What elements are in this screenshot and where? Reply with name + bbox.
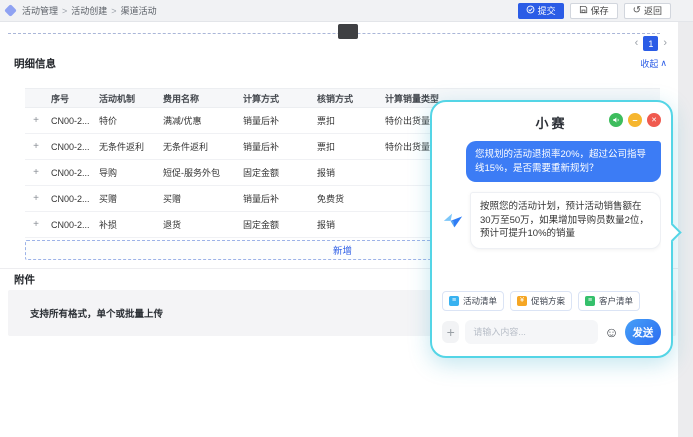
close-button[interactable]: ✕ [647, 113, 661, 127]
collapse-label: 收起 [640, 57, 658, 70]
cell-mechanism: 特价 [99, 114, 163, 127]
breadcrumb-activity-management[interactable]: 活动管理 [22, 4, 58, 17]
cell-verify: 票扣 [317, 114, 385, 127]
chip-promotion-plan[interactable]: ¥ 促销方案 [510, 291, 572, 311]
prev-page-arrow-icon[interactable]: ‹ [635, 38, 639, 49]
right-gutter [678, 22, 693, 437]
cell-verify: 票扣 [317, 140, 385, 153]
breadcrumb: 活动管理 > 活动创建 > 渠道活动 [6, 4, 157, 17]
row-expander[interactable]: + [25, 167, 51, 178]
breadcrumb-separator: > [62, 6, 67, 16]
submit-button[interactable]: 提交 [518, 3, 564, 19]
detail-section-title: 明细信息 [14, 56, 56, 71]
attachment-section-title: 附件 [14, 272, 35, 287]
app-window: 活动管理 > 活动创建 > 渠道活动 提交 保存 ↺ 返回 [0, 0, 693, 437]
breadcrumb-activity-create[interactable]: 活动创建 [71, 4, 107, 17]
cell-seq: CN00-2... [51, 194, 99, 204]
cell-mechanism: 买赠 [99, 192, 163, 205]
cell-mechanism: 导购 [99, 166, 163, 179]
chat-message-list: 您规划的活动退损率20%，超过公司指导线15%，是否需要重新规划？ 按照您的活动… [442, 141, 661, 284]
minimize-button[interactable]: – [628, 113, 642, 127]
chat-message-incoming: 按照您的活动计划，预计活动销售额在30万至50万，如果增加导购员数量2位，预计可… [470, 192, 661, 249]
upload-hint: 支持所有格式，单个或批量上传 [30, 306, 163, 320]
save-button[interactable]: 保存 [570, 3, 618, 19]
promotion-plan-icon: ¥ [517, 296, 527, 306]
chip-label: 客户清单 [599, 295, 633, 307]
speaker-icon [612, 111, 620, 129]
save-icon [579, 5, 588, 16]
row-expander[interactable]: + [25, 115, 51, 126]
collapse-toggle[interactable]: 收起 ∧ [640, 57, 667, 70]
cell-seq: CN00-2... [51, 116, 99, 126]
header-calc: 计算方式 [243, 92, 317, 105]
next-page-arrow-icon[interactable]: › [663, 38, 667, 49]
chat-input[interactable] [465, 320, 598, 344]
check-circle-icon [526, 5, 535, 16]
chat-window-controls: – ✕ [609, 113, 661, 127]
back-button[interactable]: ↺ 返回 [624, 3, 671, 19]
header-seq: 序号 [51, 92, 99, 105]
cell-calc: 销量后补 [243, 114, 317, 127]
chip-customer-list[interactable]: ≡ 客户清单 [578, 291, 640, 311]
close-icon: ✕ [651, 117, 657, 124]
cell-fee: 退货 [163, 218, 243, 231]
chip-activity-list[interactable]: ≡ 活动清单 [442, 291, 504, 311]
minus-icon: – [632, 116, 637, 125]
cell-calc: 销量后补 [243, 140, 317, 153]
header-verify: 核销方式 [317, 92, 385, 105]
submit-label: 提交 [538, 4, 556, 17]
chevron-up-icon: ∧ [660, 58, 667, 69]
cell-fee: 买赠 [163, 192, 243, 205]
chat-header: 小赛 – ✕ [442, 111, 661, 133]
cell-calc: 销量后补 [243, 192, 317, 205]
chat-assistant-widget: 小赛 – ✕ 您规划的活动退损率20%，超过公司指导线15%，是否需要重新规划？… [430, 100, 673, 358]
bot-avatar [442, 209, 464, 231]
cell-seq: CN00-2... [51, 142, 99, 152]
undo-arrow-icon: ↺ [633, 6, 641, 16]
sound-toggle-button[interactable] [609, 113, 623, 127]
quick-action-chips: ≡ 活动清单 ¥ 促销方案 ≡ 客户清单 [442, 291, 661, 311]
cell-fee: 短促-服务外包 [163, 166, 243, 179]
cell-calc: 固定金额 [243, 166, 317, 179]
breadcrumb-channel-activity[interactable]: 渠道活动 [121, 4, 157, 17]
save-label: 保存 [591, 4, 609, 17]
cell-mechanism: 无条件返利 [99, 140, 163, 153]
back-label: 返回 [644, 4, 662, 17]
cell-mechanism: 补损 [99, 218, 163, 231]
app-icon [4, 4, 17, 17]
cell-fee: 无条件返利 [163, 140, 243, 153]
row-expander[interactable]: + [25, 193, 51, 204]
chip-label: 促销方案 [531, 295, 565, 307]
pagination: ‹ 1 › [635, 36, 667, 51]
activity-list-icon: ≡ [449, 296, 459, 306]
cell-fee: 满减/优惠 [163, 114, 243, 127]
cell-seq: CN00-2... [51, 168, 99, 178]
cell-calc: 固定金额 [243, 218, 317, 231]
chat-message-outgoing: 您规划的活动退损率20%，超过公司指导线15%，是否需要重新规划？ [466, 141, 661, 182]
cell-verify: 免费货 [317, 192, 385, 205]
header-fee: 费用名称 [163, 92, 243, 105]
customer-list-icon: ≡ [585, 296, 595, 306]
toolbar-actions: 提交 保存 ↺ 返回 [518, 3, 671, 19]
dashed-divider [8, 33, 660, 34]
cell-verify: 报销 [317, 218, 385, 231]
breadcrumb-separator: > [111, 6, 116, 16]
chat-assistant-name: 小赛 [535, 113, 567, 132]
send-button[interactable]: 发送 [625, 319, 661, 345]
row-expander[interactable]: + [25, 141, 51, 152]
add-row-button[interactable]: 新增 [333, 243, 352, 257]
chat-input-row: + ☺ 发送 [442, 319, 661, 345]
attach-plus-button[interactable]: + [442, 321, 459, 343]
chat-message-incoming-row: 按照您的活动计划，预计活动销售额在30万至50万，如果增加导购员数量2位，预计可… [442, 192, 661, 249]
detail-section-header: 明细信息 收起 ∧ [14, 56, 667, 71]
cell-verify: 报销 [317, 166, 385, 179]
row-expander[interactable]: + [25, 219, 51, 230]
page-number-current[interactable]: 1 [643, 36, 658, 51]
header-mechanism: 活动机制 [99, 92, 163, 105]
emoji-smiley-icon[interactable]: ☺ [604, 325, 618, 339]
partial-scrolled-element [338, 24, 358, 39]
chip-label: 活动清单 [463, 295, 497, 307]
cell-seq: CN00-2... [51, 220, 99, 230]
top-toolbar: 活动管理 > 活动创建 > 渠道活动 提交 保存 ↺ 返回 [0, 0, 693, 22]
